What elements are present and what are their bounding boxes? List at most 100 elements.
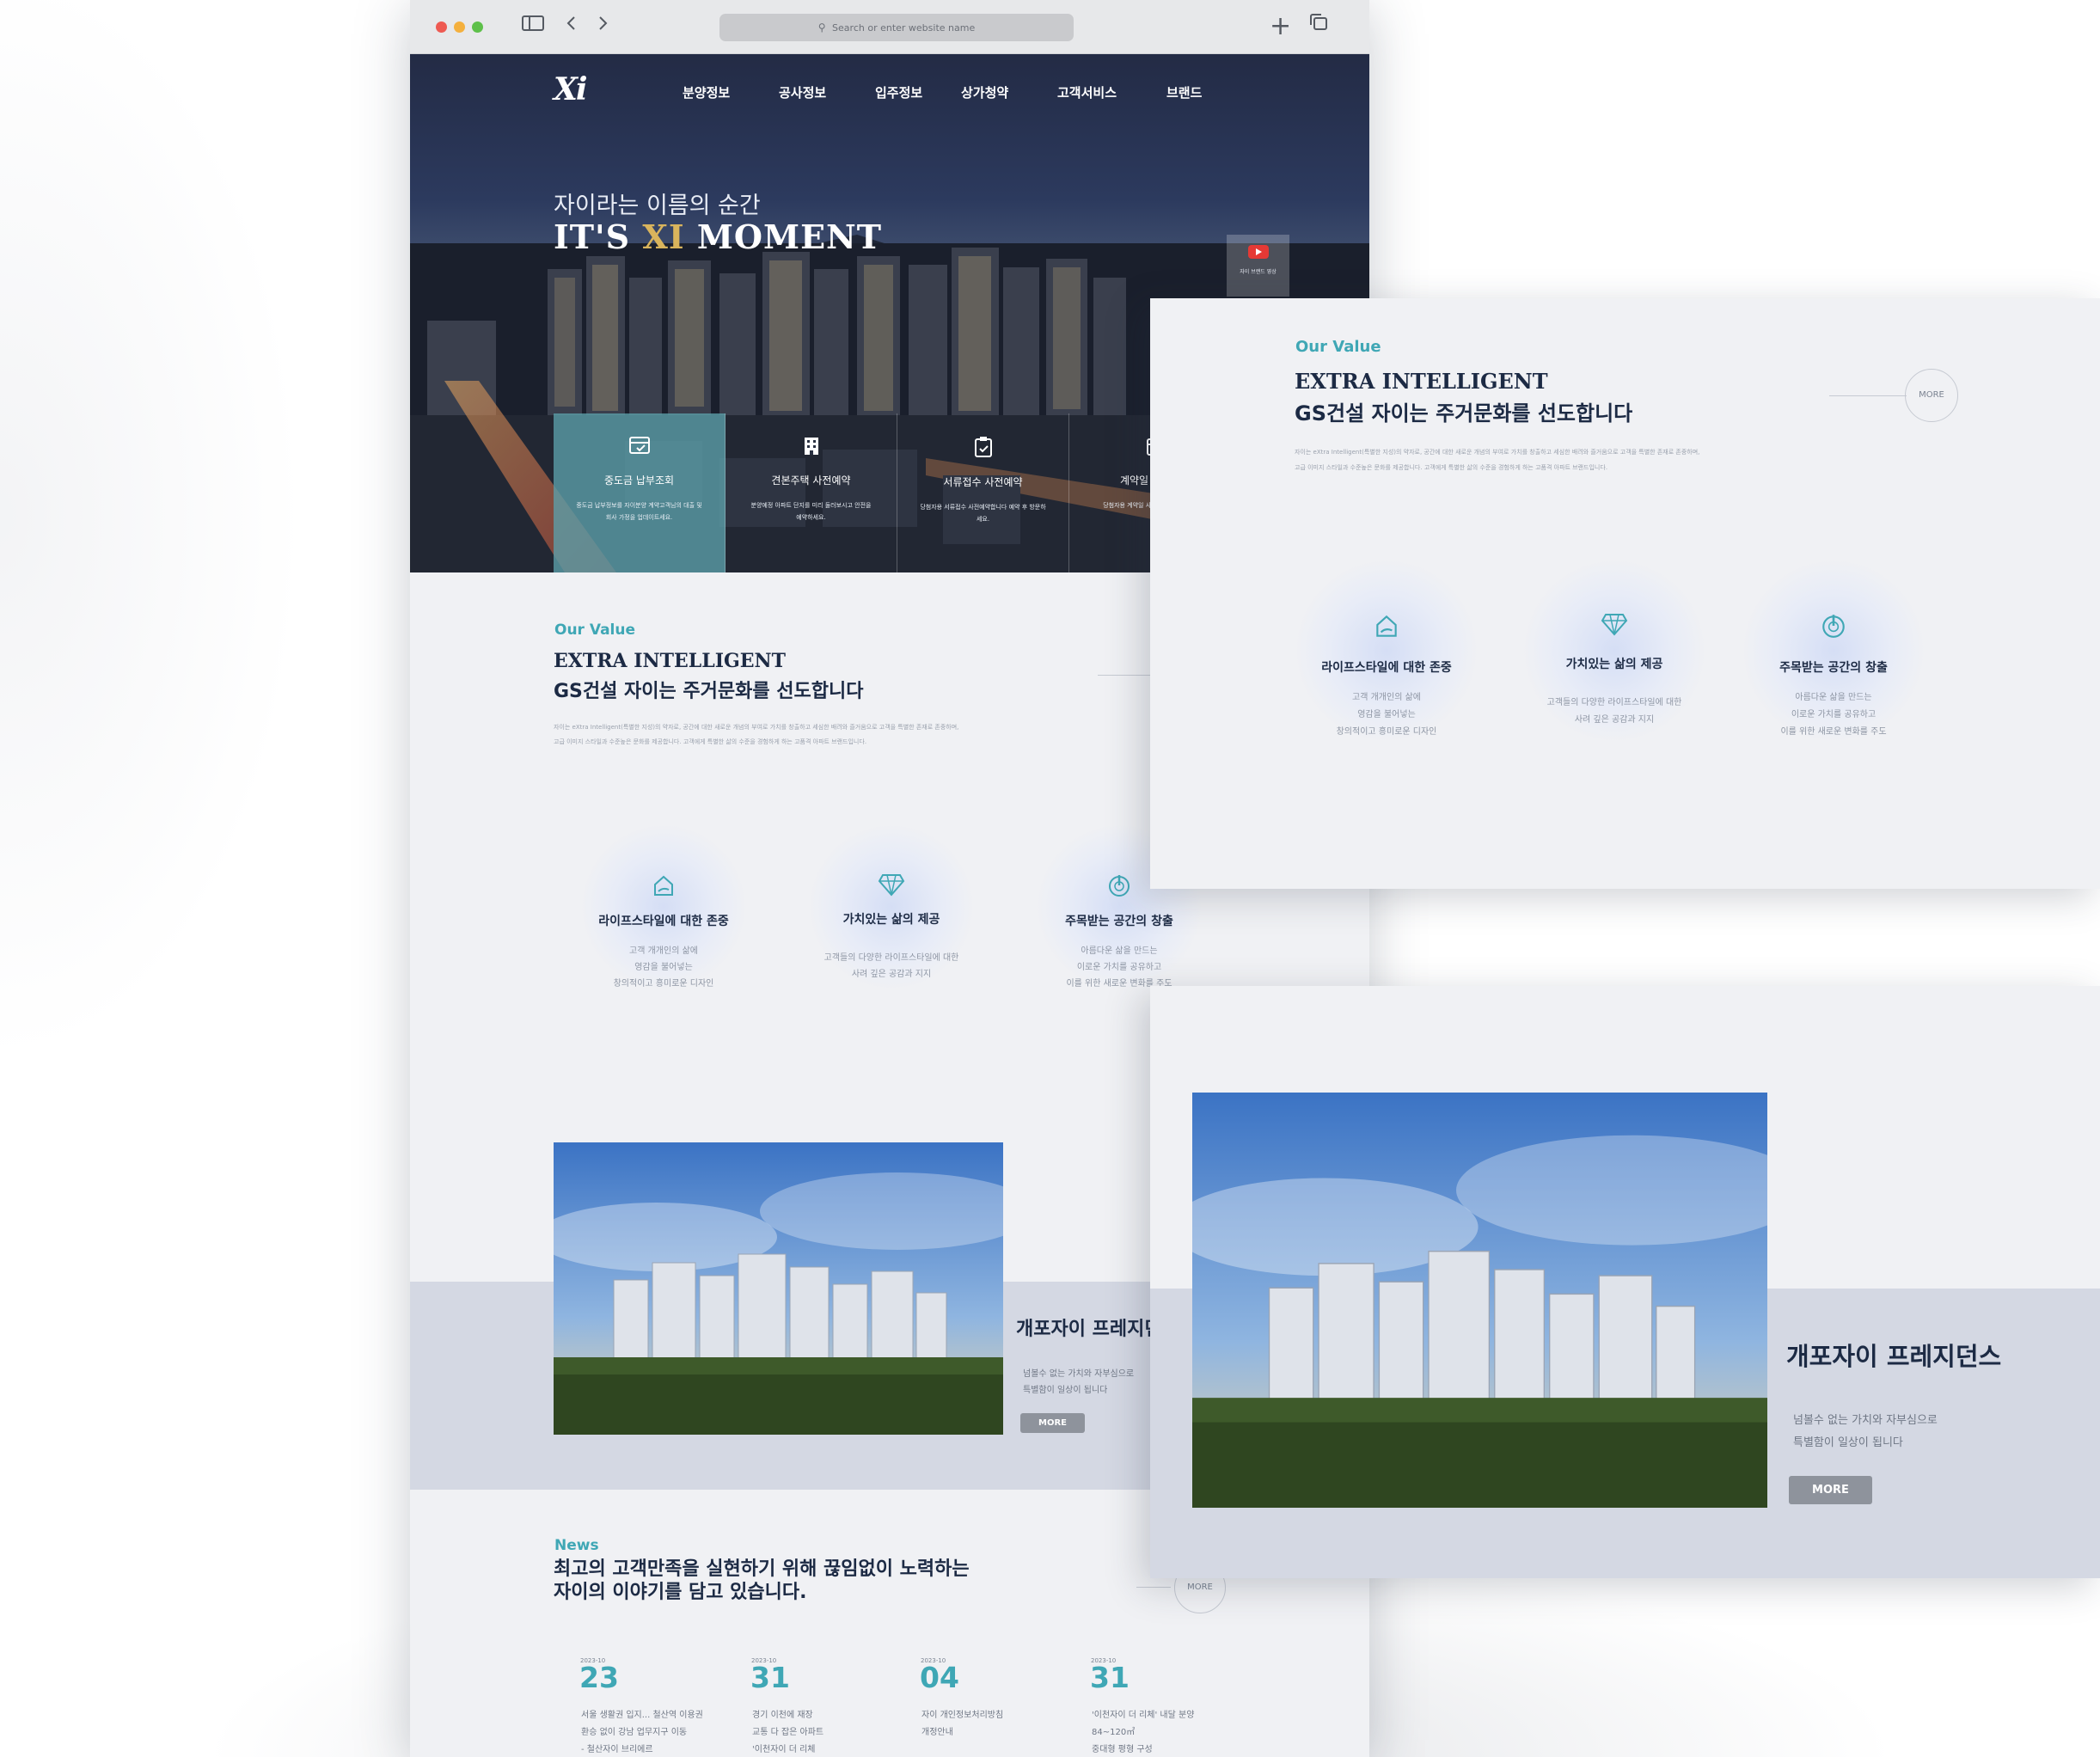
news-date-day[interactable]: 04 <box>920 1661 959 1694</box>
apartment-photo[interactable] <box>554 1142 1003 1435</box>
value-item-desc: 고객들의 다양한 라이프스타일에 대한 사려 깊은 공감과 지지 <box>1507 695 1722 729</box>
payment-check-icon <box>554 436 725 462</box>
value-item-desc: 고객 개개인의 삶에 영감을 불어넣는 창의적이고 흥미로운 디자인 <box>1279 689 1494 741</box>
value-item-line: 사려 깊은 공감과 지지 <box>1574 715 1655 725</box>
value-item-line: 고객 개개인의 삶에 <box>629 946 698 956</box>
hero-title: IT'S XI MOMENT <box>554 217 882 256</box>
product-more-button[interactable]: MORE <box>1020 1413 1085 1433</box>
value-item-title: 라이프스타일에 대한 존중 <box>598 915 729 928</box>
brand-video-button[interactable]: 자이 브랜드 영상 <box>1227 235 1289 297</box>
product-more-button[interactable]: MORE <box>1789 1476 1872 1504</box>
address-bar-placeholder: Search or enter website name <box>832 22 976 34</box>
document-check-icon <box>897 436 1068 464</box>
product-desc-line: 특별함이 일상이 됩니다 <box>1023 1386 1108 1395</box>
value-item-title: 라이프스타일에 대한 존중 <box>1321 661 1452 675</box>
news-date-day[interactable]: 31 <box>750 1661 790 1694</box>
value-label: Our Value <box>1295 338 1381 356</box>
value-item-line: 창의적이고 흥미로운 디자인 <box>613 979 714 989</box>
building-icon <box>726 436 897 462</box>
home-hand-icon <box>1279 578 1494 643</box>
news-item-line: 환승 없이 강남 업무지구 이동 <box>581 1728 688 1737</box>
product-desc-line: 넘볼수 없는 가치와 자부심으로 <box>1793 1414 1938 1427</box>
nav-item-sales-info[interactable]: 분양정보 <box>683 83 730 101</box>
value-item-line: 창의적이고 흥미로운 디자인 <box>1336 727 1437 737</box>
value-item-title: 가치있는 삶의 제공 <box>1565 658 1663 671</box>
value-item-line: 이를 위한 새로운 변화를 주도 <box>1780 727 1887 737</box>
nav-item-construction-info[interactable]: 공사정보 <box>779 83 826 101</box>
xi-logo[interactable]: Xi <box>554 71 588 107</box>
news-item[interactable]: 서울 생활권 입지... 철산역 이용권 환승 없이 강남 업무지구 이동 - … <box>581 1707 703 1757</box>
news-date-day[interactable]: 23 <box>579 1661 619 1694</box>
youtube-play-icon <box>1248 245 1269 259</box>
news-item-line: '이천자이 더 리체 <box>752 1745 816 1754</box>
product-desc-line: 넘볼수 없는 가치와 자부심으로 <box>1023 1369 1135 1379</box>
value-title-en: EXTRA INTELLIGENT <box>554 650 787 672</box>
news-item[interactable]: '이천자이 더 리체' 내달 분양 84~120㎡ 중대형 평형 구성 <box>1092 1707 1194 1757</box>
nav-item-move-in-info[interactable]: 입주정보 <box>875 83 922 101</box>
value-item-line: 고객들의 다양한 라이프스타일에 대한 <box>823 953 959 963</box>
value-title-en: EXTRA INTELLIGENT <box>1295 369 1548 394</box>
news-item-line: 교통 다 잡은 아파트 <box>752 1728 824 1737</box>
nav-item-shop-subscription[interactable]: 상가청약 <box>961 83 1008 101</box>
forward-icon[interactable] <box>596 12 609 41</box>
value-description: 자이는 eXtra Intelligent(특별한 지성)의 약자로, 공간에 … <box>554 720 1035 750</box>
news-item-line: 중대형 평형 구성 <box>1092 1745 1153 1754</box>
value-item-lifestyle: 라이프스타일에 대한 존중 고객 개개인의 삶에 영감을 불어넣는 창의적이고 … <box>1279 560 1494 741</box>
news-item-line: 84~120㎡ <box>1092 1728 1136 1737</box>
address-bar[interactable]: ⚲ Search or enter website name <box>719 14 1074 41</box>
quick-link-desc: 중도금 납부정보를 자이분양 계약고객님의 대출 및 회사 가정을 업데이트세요… <box>576 502 702 521</box>
value-zoom-panel: Our Value EXTRA INTELLIGENT GS건설 자이는 주거문… <box>1150 298 2100 889</box>
quick-link-title: 중도금 납부조회 <box>603 474 675 487</box>
maximize-window-button[interactable] <box>472 21 483 33</box>
value-more-button[interactable]: MORE <box>1905 369 1958 422</box>
close-window-button[interactable] <box>436 21 447 33</box>
product-title: 개포자이 프레지던스 <box>1786 1342 2002 1371</box>
value-item-desc: 고객들의 다양한 라이프스타일에 대한 사려 깊은 공감과 지지 <box>793 950 990 983</box>
value-item-valuable-life: 가치있는 삶의 제공 고객들의 다양한 라이프스타일에 대한 사려 깊은 공감과… <box>1507 560 1722 741</box>
tabs-icon[interactable] <box>1308 12 1329 41</box>
quick-link-document[interactable]: 서류접수 사전예약 당첨자용 서류접수 사전예약합니다 예약 후 방문하세요. <box>897 413 1069 572</box>
product-zoom-panel: 개포자이 프레지던스 넘볼수 없는 가치와 자부심으로 특별함이 일상이 됩니다… <box>1150 986 2100 1578</box>
quick-link-title: 견본주택 사전예약 <box>771 474 851 487</box>
value-item-line: 아름다운 삶을 만드는 <box>1081 946 1158 956</box>
diamond-icon <box>793 825 990 900</box>
news-title: 최고의 고객만족을 실현하기 위해 끊임없이 노력하는 자이의 이야기를 담고 … <box>554 1558 970 1604</box>
value-desc-line: 고급 이미지 스타일과 수준높은 문화를 제공합니다. 고객에게 특별한 삶의 … <box>1295 464 1608 471</box>
news-title-line: 최고의 고객만족을 실현하기 위해 끊임없이 노력하는 <box>554 1558 970 1580</box>
value-desc-line: 자이는 eXtra Intelligent(특별한 지성)의 약자로, 공간에 … <box>1295 449 1700 456</box>
plus-icon[interactable]: + <box>1270 12 1291 41</box>
value-item-desc: 아름다운 삶을 만드는 이로운 가치를 공유하고 이를 위한 새로운 변화를 주… <box>1726 689 1941 741</box>
minimize-window-button[interactable] <box>454 21 465 33</box>
value-item-line: 사려 깊은 공감과 지지 <box>851 970 932 979</box>
sidebar-icon[interactable] <box>522 12 544 41</box>
news-date-day[interactable]: 31 <box>1090 1661 1130 1694</box>
product-desc-line: 특별함이 일상이 됩니다 <box>1793 1436 1903 1449</box>
quick-link-model-house[interactable]: 견본주택 사전예약 분양예정 아파트 단지를 미리 둘러보시고 안전을 예약하세… <box>726 413 897 572</box>
value-desc-line: 고급 이미지 스타일과 수준높은 문화를 제공합니다. 고객에게 특별한 삶의 … <box>554 738 867 745</box>
value-item-space: 주목받는 공간의 창출 아름다운 삶을 만드는 이로운 가치를 공유하고 이를 … <box>1726 560 1941 741</box>
nav-item-customer-service[interactable]: 고객서비스 <box>1057 83 1117 101</box>
diamond-icon <box>1507 578 1722 640</box>
value-item-title: 가치있는 삶의 제공 <box>842 913 940 927</box>
hero-title-post: MOMENT <box>684 217 883 256</box>
hero-title-pre: IT'S <box>554 217 643 256</box>
value-item-line: 고객들의 다양한 라이프스타일에 대한 <box>1546 698 1682 707</box>
value-item-line: 아름다운 삶을 만드는 <box>1795 693 1872 702</box>
news-item-line: 자이 개인정보처리방침 <box>921 1711 1004 1720</box>
hero-title-xi: XI <box>642 217 685 256</box>
value-item-title: 주목받는 공간의 창출 <box>1065 915 1173 928</box>
quick-link-payment[interactable]: 중도금 납부조회 중도금 납부정보를 자이분양 계약고객님의 대출 및 회사 가… <box>554 413 726 572</box>
value-item-desc: 고객 개개인의 삶에 영감을 불어넣는 창의적이고 흥미로운 디자인 <box>582 943 745 992</box>
product-description: 넘볼수 없는 가치와 자부심으로 특별함이 일상이 됩니다 <box>1023 1366 1134 1399</box>
news-more-line <box>1136 1587 1171 1588</box>
value-title-ko: GS건설 자이는 주거문화를 선도합니다 <box>554 681 864 702</box>
nav-item-brand[interactable]: 브랜드 <box>1166 83 1202 101</box>
apartment-photo[interactable] <box>1192 1093 1767 1508</box>
value-item-title: 주목받는 공간의 창출 <box>1779 661 1888 675</box>
back-icon[interactable] <box>565 12 579 41</box>
news-item[interactable]: 경기 이천에 재장 교통 다 잡은 아파트 '이천자이 더 리체 <box>752 1707 823 1757</box>
news-label: News <box>554 1537 599 1554</box>
hero-subtitle: 자이라는 이름의 순간 <box>554 193 761 219</box>
news-item[interactable]: 자이 개인정보처리방침 개정안내 <box>921 1707 1003 1742</box>
value-item-valuable-life: 가치있는 삶의 제공 고객들의 다양한 라이프스타일에 대한 사려 깊은 공감과… <box>793 825 990 989</box>
